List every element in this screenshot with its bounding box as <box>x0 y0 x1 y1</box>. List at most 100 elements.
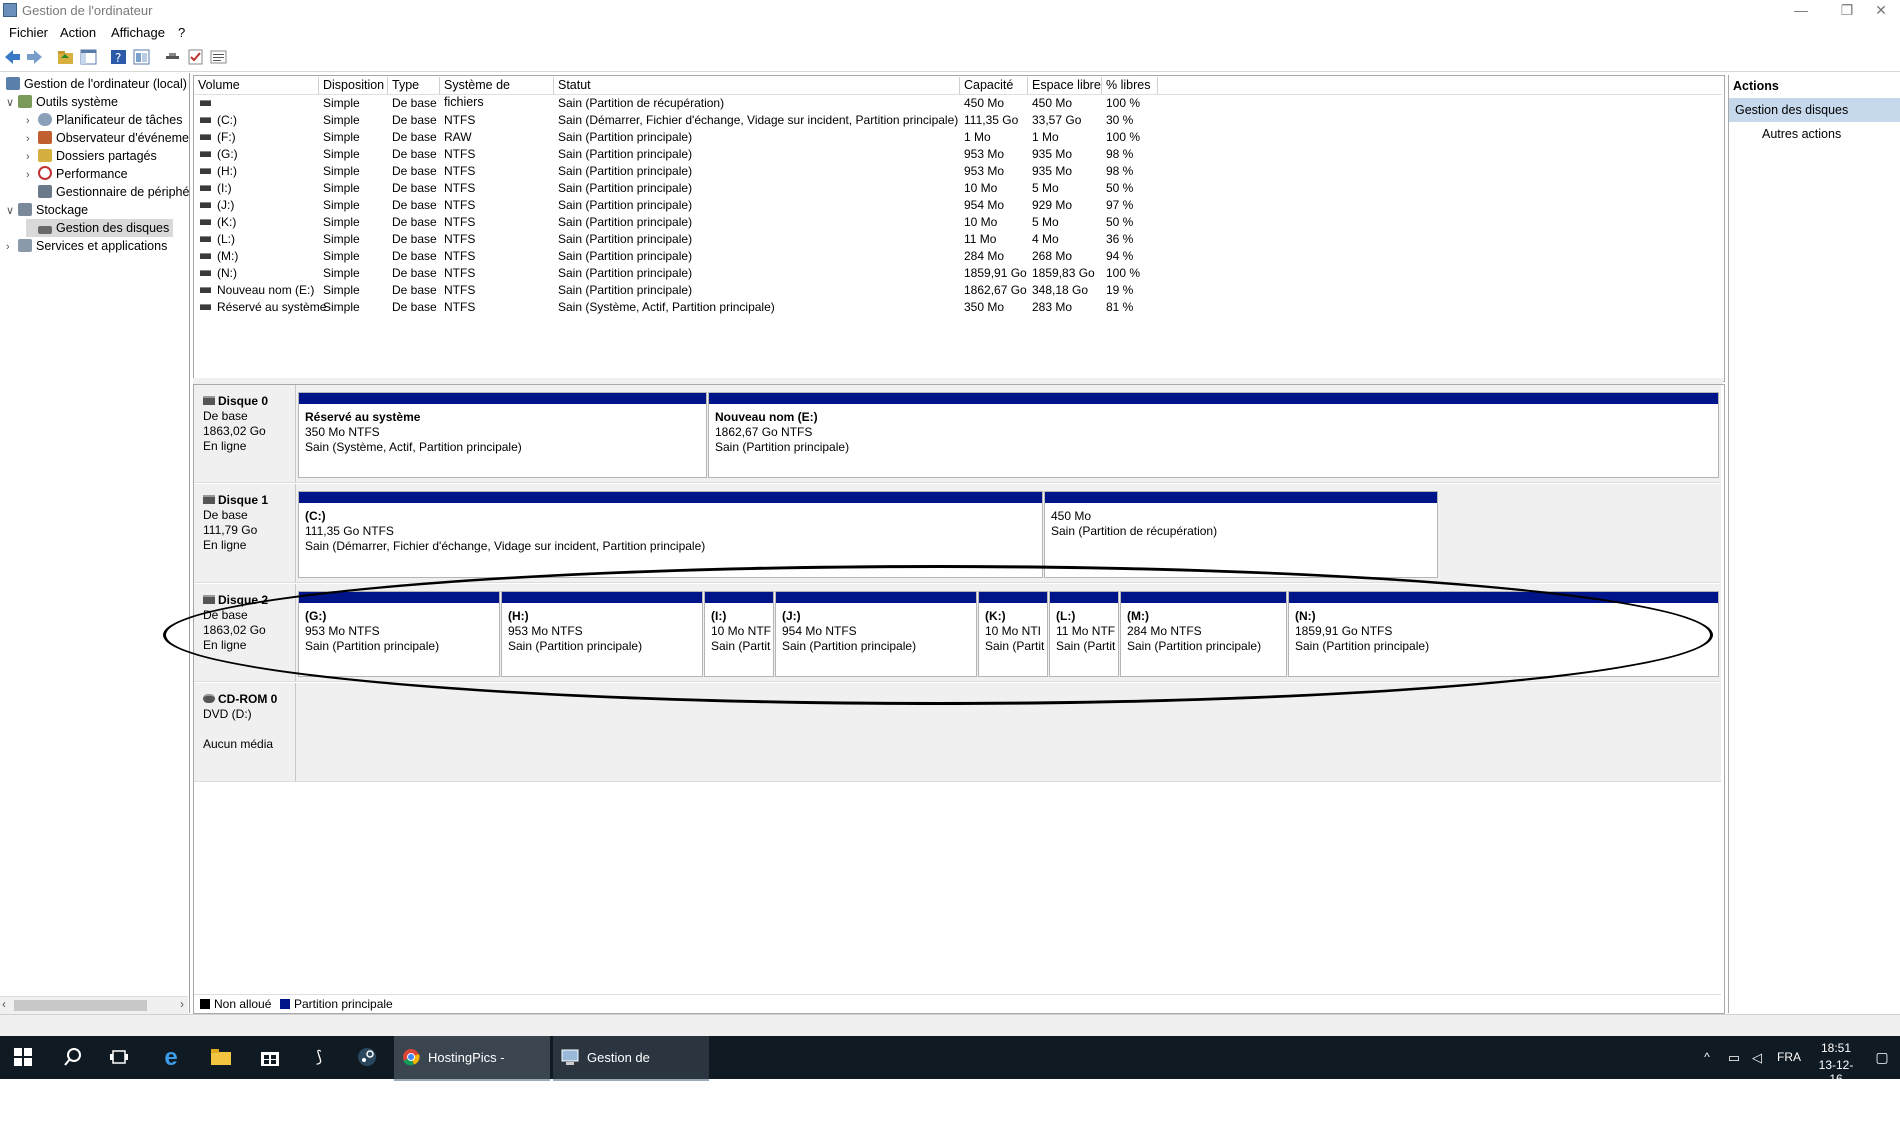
partition[interactable]: 450 Mo Sain (Partition de récupération) <box>1044 491 1438 578</box>
forward-icon[interactable] <box>26 49 43 65</box>
table-cell: Simple <box>323 299 360 316</box>
volume-icon <box>200 287 211 293</box>
tree-item-computer-management[interactable]: Gestion de l'ordinateur (local) <box>6 75 187 93</box>
table-row[interactable]: (I:) Simple De base NTFS Sain (Partition pri… <box>0 180 1700 197</box>
partition[interactable]: (I:) 10 Mo NTF Sain (Partit <box>704 591 774 677</box>
table-row[interactable]: (J:) Simple De base NTFS Sain (Partition pri… <box>0 197 1700 214</box>
checklist-icon[interactable] <box>187 49 204 65</box>
partition[interactable]: (K:) 10 Mo NTI Sain (Partit <box>978 591 1048 677</box>
taskbar-app-label: HostingPics - Hebe... <box>428 1050 505 1108</box>
scroll-right-icon[interactable]: › <box>180 997 184 1011</box>
table-row[interactable]: (F:) Simple De base RAW Sain (Partition prin… <box>0 129 1700 146</box>
partition-bar <box>299 492 1042 503</box>
cell-text: 953 Mo <box>964 147 1005 161</box>
close-button[interactable]: ✕ <box>1858 0 1900 22</box>
table-cell: Sain (Démarrer, Fichier d'échange, Vidag… <box>558 112 958 129</box>
partition[interactable]: (N:) 1859,91 Go NTFS Sain (Partition princ… <box>1288 591 1719 677</box>
partition[interactable]: (G:) 953 Mo NTFS Sain (Partition principal… <box>298 591 500 677</box>
volume-icon[interactable]: ◁ <box>1748 1036 1766 1079</box>
table-row[interactable]: (G:) Simple De base NTFS Sain (Partition pri… <box>0 146 1700 163</box>
file-explorer-icon[interactable] <box>198 1036 244 1079</box>
notification-icon[interactable]: ▢ <box>1870 1036 1894 1079</box>
volume-icon <box>200 151 211 157</box>
minimize-button[interactable]: — <box>1778 0 1824 22</box>
task-view-icon[interactable] <box>96 1036 142 1079</box>
cell-text: (N:) <box>217 266 237 280</box>
table-cell: Sain (Partition principale) <box>558 265 692 282</box>
volume-icon <box>200 100 211 106</box>
table-cell: 111,35 Go <box>964 112 1018 129</box>
start-button[interactable] <box>0 1036 46 1079</box>
cell-text: 98 % <box>1106 147 1134 161</box>
partition[interactable]: (J:) 954 Mo NTFS Sain (Partition principal… <box>775 591 977 677</box>
table-row[interactable]: (L:) Simple De base NTFS Sain (Partition pri… <box>0 231 1700 248</box>
search-icon[interactable] <box>50 1036 96 1079</box>
cell-text: 11 Mo <box>964 232 997 246</box>
scrollbar-thumb[interactable] <box>14 1000 147 1011</box>
column-header-status[interactable]: Statut <box>554 77 960 94</box>
store-icon[interactable] <box>247 1036 293 1079</box>
menu-bar <box>0 24 1900 44</box>
action-disk-management[interactable]: Gestion des disques <box>1729 98 1900 122</box>
table-row[interactable]: (C:) Simple De base NTFS Sain (Démarrer, Fic… <box>0 112 1700 129</box>
menu-action[interactable]: Action <box>60 25 96 40</box>
partition[interactable]: Nouveau nom (E:) 1862,67 Go NTFS Sain (Par… <box>708 392 1719 478</box>
partition[interactable]: (C:) 111,35 Go NTFS Sain (Démarrer, Fichie… <box>298 491 1043 578</box>
partition[interactable]: (M:) 284 Mo NTFS Sain (Partition principal… <box>1120 591 1287 677</box>
column-header-percent-free[interactable]: % libres <box>1102 77 1158 94</box>
table-cell: (G:) <box>200 146 238 163</box>
clock-time[interactable]: 18:51 <box>1812 1041 1860 1055</box>
steam-icon[interactable] <box>344 1036 390 1079</box>
table-row[interactable]: (N:) Simple De base NTFS Sain (Partition pri… <box>0 265 1700 282</box>
table-row[interactable]: (H:) Simple De base NTFS Sain (Partition pri… <box>0 163 1700 180</box>
cell-text: 954 Mo <box>964 198 1005 212</box>
table-row[interactable]: Réservé au système Simple De base NTFS Sain … <box>0 299 1700 316</box>
menu-help[interactable]: ? <box>178 25 185 40</box>
partition[interactable]: (L:) 11 Mo NTF Sain (Partit <box>1049 591 1119 677</box>
list-view-icon[interactable] <box>210 49 227 65</box>
table-row[interactable]: (M:) Simple De base NTFS Sain (Partition pri… <box>0 248 1700 265</box>
column-header-free-space[interactable]: Espace libre <box>1028 77 1102 94</box>
up-folder-icon[interactable] <box>57 49 74 65</box>
partition-size: 11 Mo NTF <box>1056 624 1116 638</box>
table-row[interactable]: Simple De base Sain (Partition de récupéra… <box>0 95 1700 112</box>
tree-horizontal-scrollbar[interactable]: ‹ › <box>0 996 188 1014</box>
clock-date[interactable]: 13-12-16 <box>1812 1058 1860 1086</box>
app-icon[interactable]: ⟆ <box>296 1036 342 1079</box>
back-icon[interactable] <box>4 49 21 65</box>
cell-text: Simple <box>323 164 360 178</box>
scroll-left-icon[interactable]: ‹ <box>2 997 6 1011</box>
edge-icon[interactable]: e <box>148 1036 194 1079</box>
connect-icon[interactable] <box>164 49 181 65</box>
disk-label[interactable]: Disque 1 De base 111,79 Go En ligne <box>194 484 296 582</box>
column-header-disposition[interactable]: Disposition <box>319 77 388 94</box>
properties-icon[interactable] <box>133 49 150 65</box>
action-more-actions[interactable]: Autres actions <box>1762 127 1841 141</box>
column-header-volume[interactable]: Volume <box>194 77 319 94</box>
console-tree-icon[interactable] <box>80 49 97 65</box>
table-cell: Sain (Partition principale) <box>558 231 692 248</box>
column-header-filesystem[interactable]: Système de fichiers <box>440 77 554 109</box>
cell-text: NTFS <box>444 198 476 212</box>
taskbar-app-chrome[interactable]: HostingPics - Hebe... <box>394 1036 550 1108</box>
cell-text: De base <box>392 96 437 110</box>
menu-fichier[interactable]: Fichier <box>9 25 48 40</box>
taskbar-app-computer-management[interactable]: Gestion de l'ordinat... <box>553 1036 709 1108</box>
column-header-capacity[interactable]: Capacité <box>960 77 1028 94</box>
partition[interactable]: Réservé au système 350 Mo NTFS Sain (Systè… <box>298 392 707 478</box>
disk-label[interactable]: Disque 0 De base 1863,02 Go En ligne <box>194 385 296 482</box>
table-row[interactable]: Nouveau nom (E:) Simple De base NTFS Sain (P… <box>0 282 1700 299</box>
table-cell: 10 Mo <box>964 180 997 197</box>
disk-label[interactable]: CD-ROM 0 DVD (D:) Aucun média <box>194 683 296 781</box>
disk-label[interactable]: Disque 2 De base 1863,02 Go En ligne <box>194 584 296 681</box>
column-header-type[interactable]: Type <box>388 77 440 94</box>
menu-affichage[interactable]: Affichage <box>111 25 165 40</box>
table-cell: Simple <box>323 282 360 299</box>
network-icon[interactable]: ▭ <box>1725 1036 1743 1079</box>
chevron-up-icon[interactable]: ^ <box>1700 1036 1714 1079</box>
partition[interactable]: (H:) 953 Mo NTFS Sain (Partition principal… <box>501 591 703 677</box>
help-icon[interactable]: ? <box>110 49 127 65</box>
language-indicator[interactable]: FRA <box>1774 1036 1804 1079</box>
partition-status: Sain (Partition principale) <box>305 639 440 653</box>
table-row[interactable]: (K:) Simple De base NTFS Sain (Partition pri… <box>0 214 1700 231</box>
